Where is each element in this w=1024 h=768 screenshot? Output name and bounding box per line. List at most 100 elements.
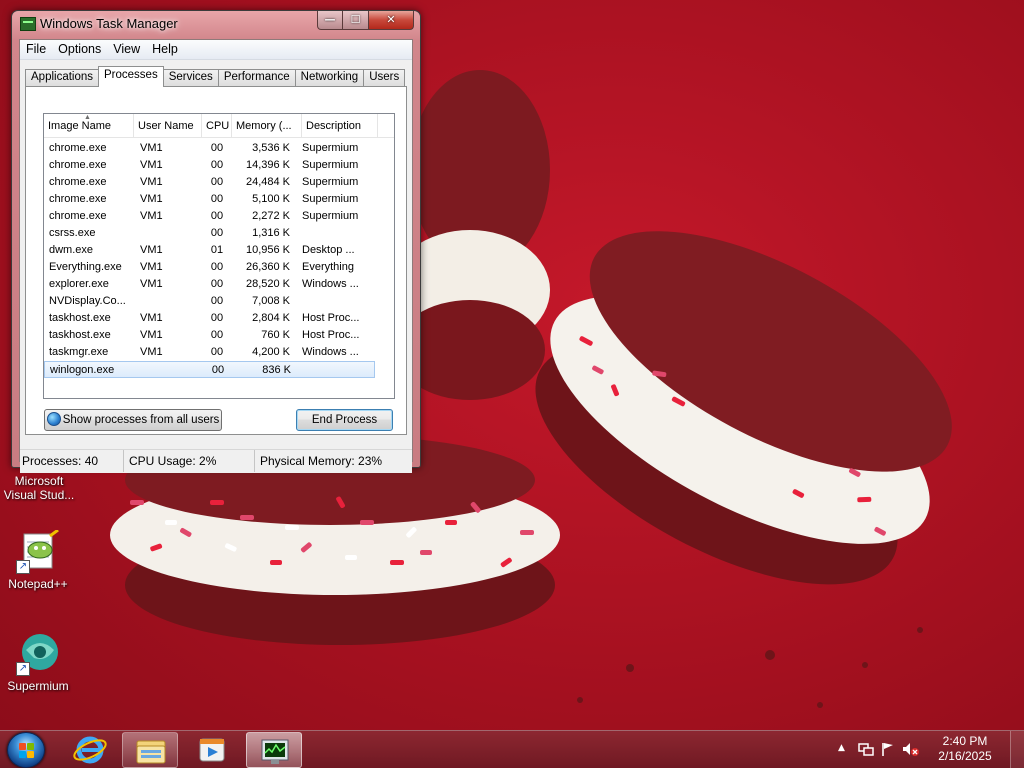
process-user: VM1 xyxy=(140,312,163,324)
status-process-count: Processes: 40 xyxy=(20,450,124,472)
tab-services[interactable]: Services xyxy=(162,69,219,87)
process-row-selected[interactable]: winlogon.exe 00 836 K xyxy=(44,361,375,378)
internet-explorer-icon xyxy=(73,736,107,764)
process-user: VM1 xyxy=(140,244,163,256)
caption-buttons: — ☐ ✕ xyxy=(317,11,414,30)
process-name: taskmgr.exe xyxy=(49,346,109,358)
desktop-icon-supermium[interactable]: ↗ Supermium xyxy=(0,632,76,693)
menu-file[interactable]: File xyxy=(20,40,52,59)
process-memory: 10,956 K xyxy=(245,244,290,256)
status-physical-memory: Physical Memory: 23% xyxy=(260,454,383,468)
title-bar[interactable]: Windows Task Manager — ☐ ✕ xyxy=(12,11,420,37)
process-user: VM1 xyxy=(140,210,163,222)
column-description[interactable]: Description xyxy=(302,114,378,138)
process-description: Host Proc... xyxy=(302,329,360,341)
process-cpu: 01 xyxy=(210,244,224,256)
task-manager-window: Windows Task Manager — ☐ ✕ File Options … xyxy=(11,10,421,473)
tab-networking[interactable]: Networking xyxy=(294,69,365,87)
volume-muted-icon[interactable] xyxy=(902,741,920,757)
process-row[interactable]: Everything.exe VM1 00 26,360 K Everything xyxy=(44,259,394,276)
processes-panel: ▲ Image Name User Name CPU Memory (... D… xyxy=(25,86,407,435)
menu-view[interactable]: View xyxy=(107,40,146,59)
desktop-icon-notepadpp[interactable]: ↗ Notepad++ xyxy=(0,528,76,591)
system-tray: ▲ 2:40 PM 2/16/2025 xyxy=(834,731,1024,768)
menu-help[interactable]: Help xyxy=(146,40,184,59)
process-row[interactable]: explorer.exe VM1 00 28,520 K Windows ... xyxy=(44,276,394,293)
tab-applications[interactable]: Applications xyxy=(25,69,100,87)
column-user-name[interactable]: User Name xyxy=(134,114,202,138)
cookie-crumbs xyxy=(577,627,923,708)
process-name: explorer.exe xyxy=(49,278,109,290)
process-name: csrss.exe xyxy=(49,227,96,239)
process-row[interactable]: csrss.exe 00 1,316 K xyxy=(44,225,394,242)
process-memory: 1,316 K xyxy=(252,227,290,239)
show-all-processes-button[interactable]: Show processes from all users xyxy=(44,409,222,431)
window-client-area: File Options View Help Applications Proc… xyxy=(19,39,413,473)
column-image-name[interactable]: ▲ Image Name xyxy=(44,114,134,138)
desktop-icon-label: Supermium xyxy=(7,679,69,693)
process-description: Windows ... xyxy=(302,278,359,290)
process-cpu: 00 xyxy=(210,295,224,307)
tab-strip: Applications Processes Services Performa… xyxy=(25,66,406,87)
taskbar-media-player[interactable] xyxy=(184,732,240,768)
tab-performance[interactable]: Performance xyxy=(217,69,296,87)
process-cpu: 00 xyxy=(210,193,224,205)
process-user xyxy=(134,225,202,242)
process-row[interactable]: chrome.exe VM1 00 2,272 K Supermium xyxy=(44,208,394,225)
menu-options[interactable]: Options xyxy=(52,40,107,59)
process-row[interactable]: NVDisplay.Co... 00 7,008 K xyxy=(44,293,394,310)
desktop-icon-label: Notepad++ xyxy=(8,577,68,591)
show-desktop-button[interactable] xyxy=(1010,731,1024,768)
show-hidden-icons-button[interactable]: ▲ xyxy=(838,743,845,753)
column-memory[interactable]: Memory (... xyxy=(232,114,302,138)
process-memory: 4,200 K xyxy=(252,346,290,358)
supermium-icon: ↗ xyxy=(16,632,60,676)
desktop-icon-visual-studio[interactable]: Microsoft Visual Stud... xyxy=(1,474,77,502)
process-row[interactable]: taskhost.exe VM1 00 760 K Host Proc... xyxy=(44,327,394,344)
process-user xyxy=(134,293,202,310)
clock-time: 2:40 PM xyxy=(942,734,988,748)
process-cpu: 00 xyxy=(210,261,224,273)
process-memory: 3,536 K xyxy=(252,142,290,154)
process-name: chrome.exe xyxy=(49,176,107,188)
end-process-button[interactable]: End Process xyxy=(296,409,393,431)
process-list[interactable]: ▲ Image Name User Name CPU Memory (... D… xyxy=(43,113,395,399)
taskbar-file-explorer[interactable] xyxy=(122,732,178,768)
media-player-icon xyxy=(199,738,225,762)
close-button[interactable]: ✕ xyxy=(369,11,414,30)
action-center-flag-icon[interactable] xyxy=(880,741,896,757)
process-row[interactable]: chrome.exe VM1 00 24,484 K Supermium xyxy=(44,174,394,191)
process-row[interactable]: dwm.exe VM1 01 10,956 K Desktop ... xyxy=(44,242,394,259)
windows-logo-icon xyxy=(19,743,35,759)
maximize-button[interactable]: ☐ xyxy=(343,11,369,30)
taskbar-clock[interactable]: 2:40 PM 2/16/2025 xyxy=(934,734,996,764)
process-row[interactable]: taskmgr.exe VM1 00 4,200 K Windows ... xyxy=(44,344,394,361)
process-description xyxy=(296,293,366,310)
tab-processes[interactable]: Processes xyxy=(98,66,164,87)
process-row[interactable]: chrome.exe VM1 00 3,536 K Supermium xyxy=(44,140,394,157)
process-memory: 7,008 K xyxy=(252,295,290,307)
menu-bar: File Options View Help xyxy=(20,40,412,60)
process-user: VM1 xyxy=(140,176,163,188)
process-cpu: 00 xyxy=(210,176,224,188)
minimize-button[interactable]: — xyxy=(317,11,343,30)
process-description: Supermium xyxy=(302,159,359,171)
process-row[interactable]: taskhost.exe VM1 00 2,804 K Host Proc... xyxy=(44,310,394,327)
column-cpu[interactable]: CPU xyxy=(202,114,232,138)
process-user: VM1 xyxy=(140,329,163,341)
taskbar-task-manager[interactable] xyxy=(246,732,302,768)
process-cpu: 00 xyxy=(210,278,224,290)
process-memory: 5,100 K xyxy=(252,193,290,205)
process-user: VM1 xyxy=(140,159,163,171)
process-row[interactable]: chrome.exe VM1 00 14,396 K Supermium xyxy=(44,157,394,174)
start-button[interactable] xyxy=(7,732,45,768)
network-icon[interactable] xyxy=(858,741,874,757)
taskbar: ▲ 2:40 PM 2/16/2025 xyxy=(0,730,1024,768)
process-row[interactable]: chrome.exe VM1 00 5,100 K Supermium xyxy=(44,191,394,208)
tab-users[interactable]: Users xyxy=(363,69,406,87)
taskbar-internet-explorer[interactable] xyxy=(62,732,118,768)
column-label: Image Name xyxy=(48,120,111,132)
sort-ascending-icon: ▲ xyxy=(84,114,91,121)
process-description: Supermium xyxy=(302,193,359,205)
file-explorer-icon xyxy=(136,740,166,764)
